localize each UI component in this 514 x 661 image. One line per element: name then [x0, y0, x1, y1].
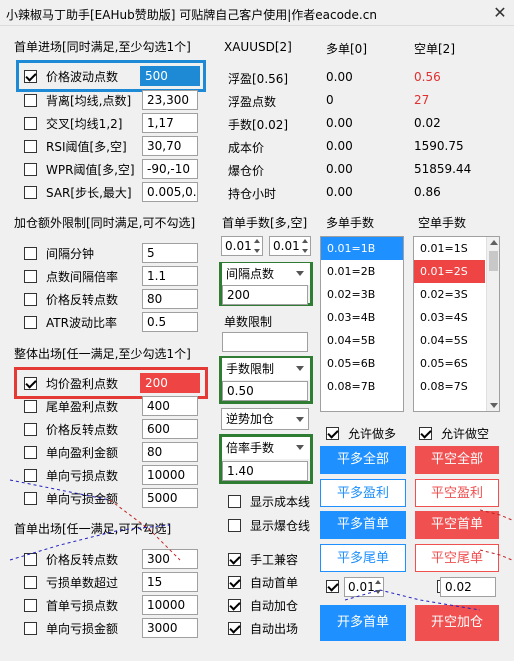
- trace-red-3: [479, 549, 513, 561]
- trace-red-2: [479, 509, 513, 521]
- trace-blue-2: [9, 524, 171, 561]
- trace-blue-3: [344, 589, 481, 611]
- annotation-traces: [9, 479, 513, 611]
- trace-blue-1: [9, 479, 111, 501]
